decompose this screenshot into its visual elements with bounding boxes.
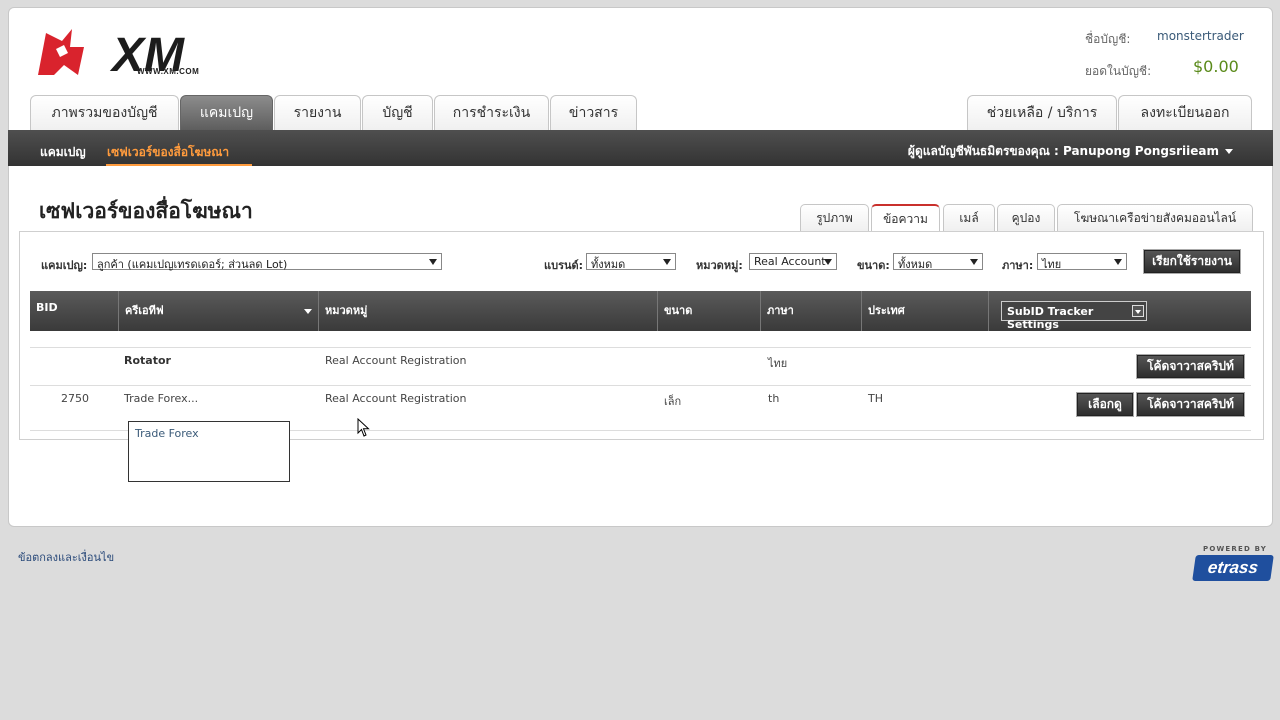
tab-mail[interactable]: เมล์ <box>943 204 995 232</box>
size-filter-label: ขนาด: <box>857 259 890 272</box>
account-name-label: ชื่อบัญชี: <box>1085 32 1131 46</box>
tab-coupons[interactable]: คูปอง <box>997 204 1055 232</box>
campaign-filter-label: แคมเปญ: <box>41 259 88 272</box>
language-filter-label: ภาษา: <box>1002 259 1034 272</box>
preview-button[interactable]: เลือกดู <box>1077 393 1133 416</box>
dropdown-arrow-icon <box>1132 305 1144 317</box>
table-row-2-language: th <box>768 392 780 405</box>
tab-news[interactable]: ข่าวสาร <box>550 95 637 130</box>
size-select-value: ทั้งหมด <box>898 258 933 271</box>
category-filter-label: หมวดหมู่: <box>696 259 743 272</box>
table-row-2-category: Real Account Registration <box>325 392 467 405</box>
dropdown-arrow-icon <box>663 259 671 265</box>
row-divider <box>30 347 1251 348</box>
column-header-creative-label: ครีเอทีฟ <box>125 304 164 317</box>
column-header-size[interactable]: ขนาด <box>658 291 761 331</box>
tab-payments[interactable]: การชำระเงิน <box>434 95 549 130</box>
column-header-creative[interactable]: ครีเอทีฟ <box>119 291 319 331</box>
tab-logout[interactable]: ลงทะเบียนออก <box>1118 95 1252 130</box>
table-row-1-category: Real Account Registration <box>325 354 467 367</box>
category-select-value: Real Account <box>754 255 826 268</box>
account-balance-label: ยอดในบัญชี: <box>1085 64 1152 78</box>
chevron-down-icon <box>1225 149 1233 154</box>
subnav-campaign[interactable]: แคมเปญ <box>40 143 86 162</box>
column-header-country[interactable]: ประเทศ <box>862 291 989 331</box>
creative-tooltip: Trade Forex <box>128 421 290 482</box>
table-row-1-creative: Rotator <box>124 354 171 367</box>
table-row-2-bid: 2750 <box>61 392 89 405</box>
account-manager-text: ผู้ดูแลบัญชีพันธมิตรของคุณ : Panupong Po… <box>907 144 1219 158</box>
javascript-code-button[interactable]: โค้ดจาวาสคริปท์ <box>1137 393 1244 416</box>
tab-campaign[interactable]: แคมเปญ <box>180 95 273 130</box>
column-header-language[interactable]: ภาษา <box>761 291 862 331</box>
brand-filter-label: แบรนด์: <box>544 259 584 272</box>
size-select[interactable]: ทั้งหมด <box>893 253 983 271</box>
account-manager-menu[interactable]: ผู้ดูแลบัญชีพันธมิตรของคุณ : Panupong Po… <box>908 142 1233 161</box>
dropdown-arrow-icon <box>429 259 437 265</box>
run-report-button[interactable]: เรียกใช้รายงาน <box>1144 250 1240 273</box>
language-select[interactable]: ไทย <box>1037 253 1127 271</box>
page-title: เซฟเวอร์ของสื่อโฆษณา <box>39 199 253 223</box>
table-row-2-creative[interactable]: Trade Forex... <box>124 392 198 405</box>
dropdown-arrow-icon <box>824 259 832 265</box>
dropdown-arrow-icon <box>970 259 978 265</box>
powered-by-label: POWERED BY <box>1203 545 1268 553</box>
account-balance-value: $0.00 <box>1193 57 1239 76</box>
sub-navigation-bar: แคมเปญ เซฟเวอร์ของสื่อโฆษณา ผู้ดูแลบัญชี… <box>8 130 1273 166</box>
subid-tracker-settings-button[interactable]: SubID Tracker Settings <box>1001 301 1147 331</box>
tab-reports[interactable]: รายงาน <box>274 95 361 130</box>
campaign-select-value: ลูกค้า (แคมเปญเทรดเดอร์; ส่วนลด Lot) <box>97 258 288 271</box>
table-row-1-language: ไทย <box>768 357 788 370</box>
active-subnav-underline <box>106 164 252 166</box>
column-header-category[interactable]: หมวดหมู่ <box>319 291 658 331</box>
tab-help-service[interactable]: ช่วยเหลือ / บริการ <box>967 95 1117 130</box>
tab-account-overview[interactable]: ภาพรวมของบัญชี <box>30 95 179 130</box>
brand-select[interactable]: ทั้งหมด <box>586 253 676 271</box>
terms-and-conditions-link[interactable]: ข้อตกลงและเงื่อนไข <box>18 548 114 566</box>
etrass-logo-text: etrass <box>1206 558 1260 577</box>
row-divider <box>30 385 1251 386</box>
logo-url: WWW.XM.COM <box>137 67 200 76</box>
table-row-2-country: TH <box>868 392 883 405</box>
campaign-select[interactable]: ลูกค้า (แคมเปญเทรดเดอร์; ส่วนลด Lot) <box>92 253 442 271</box>
tab-social-ads[interactable]: โฆษณาเครือข่ายสังคมออนไลน์ <box>1057 204 1253 232</box>
tab-images[interactable]: รูปภาพ <box>800 204 869 232</box>
etrass-logo[interactable]: etrass <box>1192 555 1274 581</box>
subnav-creative-server[interactable]: เซฟเวอร์ของสื่อโฆษณา <box>107 143 229 162</box>
column-header-bid[interactable]: BID <box>30 291 119 331</box>
mouse-cursor-icon <box>357 418 370 437</box>
tab-accounts[interactable]: บัญชี <box>362 95 433 130</box>
language-select-value: ไทย <box>1042 258 1062 271</box>
account-name-value: monstertrader <box>1157 29 1244 43</box>
sort-down-icon <box>304 309 312 314</box>
table-row-2-size: เล็ก <box>664 395 682 408</box>
category-select[interactable]: Real Account <box>749 253 837 270</box>
brand-select-value: ทั้งหมด <box>591 258 626 271</box>
javascript-code-button[interactable]: โค้ดจาวาสคริปท์ <box>1137 355 1244 378</box>
dropdown-arrow-icon <box>1114 259 1122 265</box>
tab-text[interactable]: ข้อความ <box>871 204 940 232</box>
